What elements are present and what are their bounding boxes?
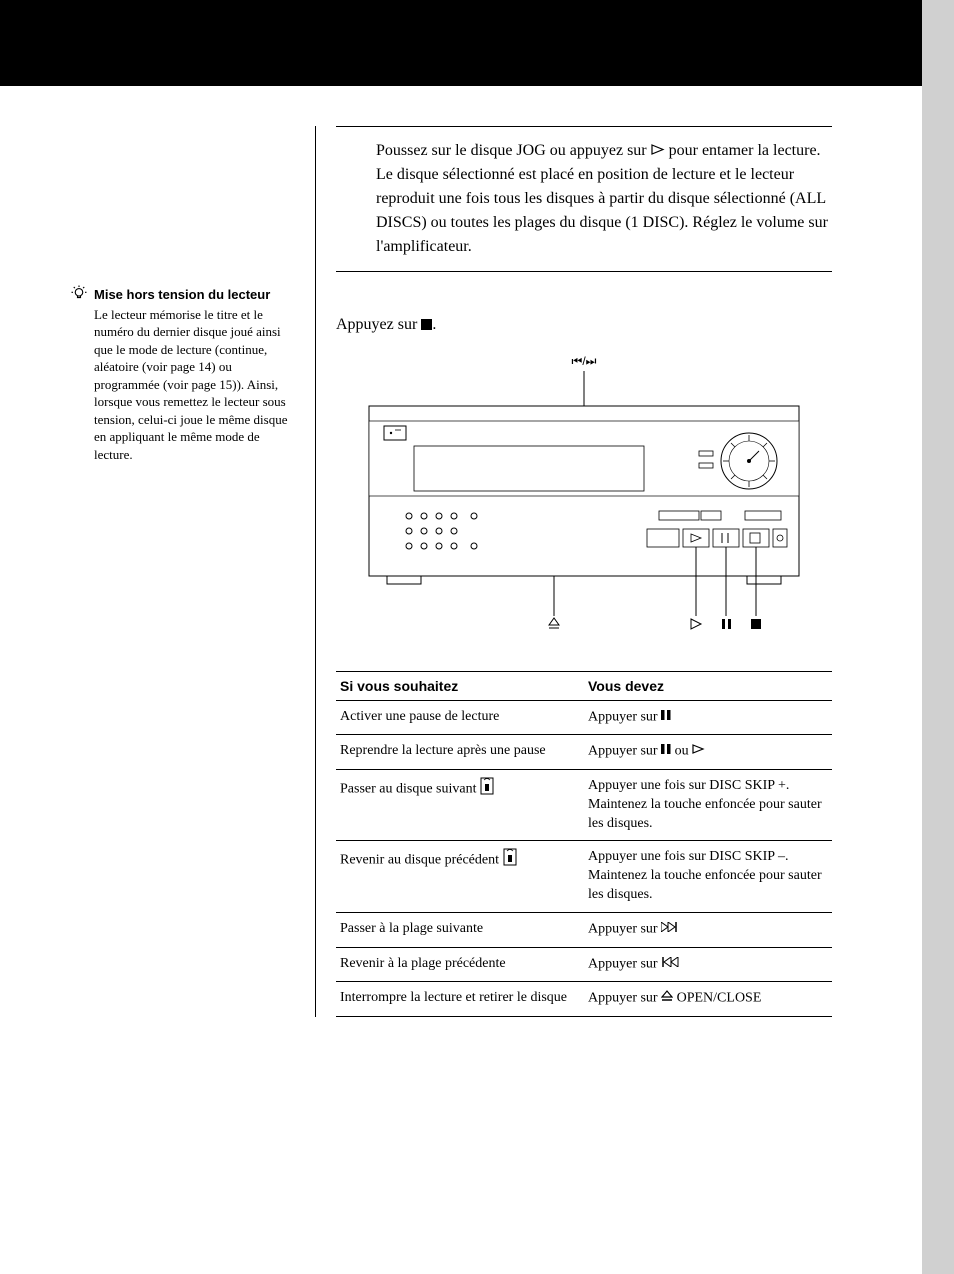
- play-outline-icon: [692, 742, 705, 761]
- table-row: Revenir au disque précédent Appuyer une …: [336, 841, 832, 913]
- table-cell: Passer au disque suivant: [336, 769, 584, 841]
- table-cell: Appuyer sur: [584, 947, 832, 982]
- tip-title: Mise hors tension du lecteur: [94, 286, 270, 304]
- main-column: Poussez sur le disque JOG ou appuyez sur…: [316, 126, 922, 1017]
- diagram-play-icon: [691, 619, 701, 629]
- tip-box: Mise hors tension du lecteur Le lecteur …: [70, 286, 295, 463]
- table-header-c1: Si vous souhaitez: [336, 671, 584, 700]
- stop-icon: [421, 317, 432, 335]
- page-gutter: [922, 0, 954, 1274]
- table-cell: Activer une pause de lecture: [336, 700, 584, 735]
- table-cell: Appuyer sur OPEN/CLOSE: [584, 982, 832, 1017]
- diagram-stop-icon: [751, 619, 761, 629]
- table-cell: Reprendre la lecture après une pause: [336, 735, 584, 770]
- controls-table: Si vous souhaitez Vous devez Activer une…: [336, 671, 832, 1017]
- remote-icon: [503, 848, 517, 873]
- device-diagram: ⏮/⏭: [349, 351, 819, 641]
- table-row: Interrompre la lecture et retirer le dis…: [336, 982, 832, 1017]
- play-outline-icon: [651, 139, 665, 163]
- tip-body: Le lecteur mémorise le titre et le numér…: [70, 306, 295, 464]
- diagram-pause-icon: [722, 619, 731, 629]
- remote-icon: [480, 777, 494, 802]
- table-row: Activer une pause de lecture Appuyer sur: [336, 700, 832, 735]
- sidebar-column: Mise hors tension du lecteur Le lecteur …: [70, 126, 315, 1017]
- table-cell: Appuyer sur: [584, 700, 832, 735]
- pause-icon: [661, 708, 671, 727]
- table-cell: Revenir au disque précédent: [336, 841, 584, 913]
- table-cell: Interrompre la lecture et retirer le dis…: [336, 982, 584, 1017]
- intro-text-b: pour entamer la lecture.: [669, 142, 821, 159]
- table-cell: Appuyer sur: [584, 913, 832, 948]
- tip-lightbulb-icon: [70, 284, 88, 302]
- diagram-eject-icon: [549, 618, 559, 628]
- header-black-bar: [0, 0, 922, 86]
- table-header-c2: Vous devez: [584, 671, 832, 700]
- pause-icon: [661, 742, 671, 761]
- prev-track-icon: [661, 955, 679, 974]
- diagram-top-label: ⏮/⏭: [572, 354, 597, 368]
- table-row: Revenir à la plage précédente Appuyer su…: [336, 947, 832, 982]
- next-track-icon: [661, 920, 679, 939]
- table-cell: Revenir à la plage précédente: [336, 947, 584, 982]
- intro-text-a: Poussez sur le disque JOG ou appuyez sur: [376, 142, 651, 159]
- table-cell: Appuyer sur ou: [584, 735, 832, 770]
- stop-instruction: Appuyez sur .: [336, 316, 832, 334]
- table-row: Reprendre la lecture après une pause App…: [336, 735, 832, 770]
- intro-block: Poussez sur le disque JOG ou appuyez sur…: [336, 126, 832, 272]
- table-cell: Appuyer une fois sur DISC SKIP –. Mainte…: [584, 841, 832, 913]
- table-cell: Passer à la plage suivante: [336, 913, 584, 948]
- eject-icon: [661, 989, 673, 1008]
- table-row: Passer au disque suivant Appuyer une foi…: [336, 769, 832, 841]
- table-row: Passer à la plage suivante Appuyer sur: [336, 913, 832, 948]
- intro-text-2: Le disque sélectionné est placé en posit…: [376, 163, 832, 259]
- table-cell: Appuyer une fois sur DISC SKIP +. Mainte…: [584, 769, 832, 841]
